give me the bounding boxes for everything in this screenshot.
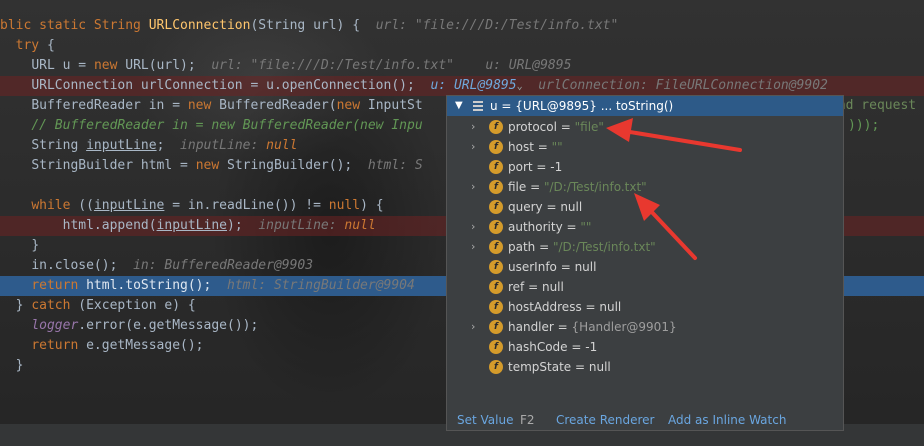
field-text: host = "" <box>508 137 563 157</box>
field-value: "file" <box>574 120 604 134</box>
field-icon: f <box>489 260 503 274</box>
field-name: authority <box>508 220 563 234</box>
field-text: authority = "" <box>508 217 591 237</box>
field-value: null <box>541 280 564 294</box>
field-value: "" <box>580 220 592 234</box>
field-name: hashCode <box>508 340 568 354</box>
chevron-right-icon[interactable]: › <box>471 237 475 257</box>
field-name: query <box>508 200 543 214</box>
code-line-try: try { <box>15 38 55 53</box>
field-text: port = -1 <box>508 157 562 177</box>
field-equals: = <box>524 280 542 294</box>
set-value-link[interactable]: Set Value <box>457 410 513 430</box>
field-text: hashCode = -1 <box>508 337 597 357</box>
field-row-ref[interactable]: f ref = null <box>447 277 843 297</box>
field-icon: f <box>489 340 503 354</box>
add-inline-watch-link[interactable]: Add as Inline Watch <box>668 410 786 430</box>
field-icon: f <box>489 180 503 194</box>
popup-header-u[interactable]: ▼ u = {URL@9895} ... toString() <box>447 96 843 116</box>
field-icon: f <box>489 120 503 134</box>
field-row-hostaddress[interactable]: f hostAddress = null <box>447 297 843 317</box>
field-text: protocol = "file" <box>508 117 604 137</box>
field-text: ref = null <box>508 277 564 297</box>
chevron-down-icon[interactable]: ▼ <box>455 96 463 116</box>
field-row-protocol[interactable]: › f protocol = "file" <box>447 117 843 137</box>
field-text: query = null <box>508 197 582 217</box>
create-renderer-link[interactable]: Create Renderer <box>556 410 654 430</box>
field-icon: f <box>489 160 503 174</box>
field-equals: = <box>556 260 575 274</box>
field-value: -1 <box>550 160 563 174</box>
field-name: hostAddress <box>508 300 582 314</box>
field-icon: f <box>489 240 503 254</box>
field-value: null <box>574 260 597 274</box>
field-icon: f <box>489 220 503 234</box>
field-value: "" <box>551 140 563 154</box>
chevron-right-icon[interactable]: › <box>471 137 475 157</box>
field-text: tempState = null <box>508 357 611 377</box>
field-equals: = <box>581 300 600 314</box>
field-value: null <box>588 360 611 374</box>
popup-header-title: u = {URL@9895} ... toString() <box>490 99 674 113</box>
field-name: path <box>508 240 536 254</box>
field-value: -1 <box>585 340 598 354</box>
field-value: "/D:/Test/info.txt" <box>552 240 656 254</box>
field-equals: = <box>556 120 575 134</box>
field-row-query[interactable]: f query = null <box>447 197 843 217</box>
field-name: ref <box>508 280 525 294</box>
field-icon: f <box>489 280 503 294</box>
field-text: file = "/D:/Test/info.txt" <box>508 177 647 197</box>
field-equals: = <box>526 180 544 194</box>
field-icon: f <box>489 200 503 214</box>
field-row-host[interactable]: › f host = "" <box>447 137 843 157</box>
field-name: port <box>508 160 533 174</box>
chevron-right-icon[interactable]: › <box>471 217 475 237</box>
field-text: userInfo = null <box>508 257 596 277</box>
code-line-open-connection: URLConnection urlConnection = u.openConn… <box>0 76 924 96</box>
list-icon <box>473 101 483 111</box>
chevron-right-icon[interactable]: › <box>471 117 475 137</box>
field-icon: f <box>489 140 503 154</box>
field-value: null <box>599 300 622 314</box>
field-row-hashcode[interactable]: f hashCode = -1 <box>447 337 843 357</box>
field-equals: = <box>535 240 553 254</box>
field-row-port[interactable]: f port = -1 <box>447 157 843 177</box>
field-icon: f <box>489 300 503 314</box>
field-equals: = <box>542 200 561 214</box>
field-row-path[interactable]: › f path = "/D:/Test/info.txt" <box>447 237 843 257</box>
field-value: "/D:/Test/info.txt" <box>543 180 647 194</box>
debug-value-popup[interactable]: ▼ u = {URL@9895} ... toString() › f protoc… <box>446 95 844 431</box>
field-equals: = <box>532 160 551 174</box>
field-row-handler[interactable]: › f handler = {Handler@9901} <box>447 317 843 337</box>
code-line-method-signature: blic static String URLConnection(String … <box>0 18 619 33</box>
field-name: handler <box>508 320 554 334</box>
chevron-right-icon[interactable]: › <box>471 177 475 197</box>
field-text: handler = {Handler@9901} <box>508 317 677 337</box>
field-equals: = <box>533 140 552 154</box>
field-equals: = <box>567 340 586 354</box>
field-icon: f <box>489 360 503 374</box>
field-name: file <box>508 180 527 194</box>
field-value: null <box>560 200 583 214</box>
field-equals: = <box>562 220 581 234</box>
field-text: path = "/D:/Test/info.txt" <box>508 237 656 257</box>
field-row-authority[interactable]: › f authority = "" <box>447 217 843 237</box>
set-value-shortcut: F2 <box>520 413 535 427</box>
field-row-file[interactable]: › f file = "/D:/Test/info.txt" <box>447 177 843 197</box>
field-name: protocol <box>508 120 557 134</box>
field-equals: = <box>553 320 572 334</box>
field-text: hostAddress = null <box>508 297 621 317</box>
field-name: userInfo <box>508 260 557 274</box>
field-name: tempState <box>508 360 572 374</box>
field-icon: f <box>489 320 503 334</box>
code-line-url: URL u = new URL(url); url: "file:///D:/T… <box>31 58 572 73</box>
popup-footer: Set Value F2 Create Renderer Add as Inli… <box>447 410 843 430</box>
field-name: host <box>508 140 534 154</box>
chevron-right-icon[interactable]: › <box>471 317 475 337</box>
field-equals: = <box>571 360 589 374</box>
field-row-userinfo[interactable]: f userInfo = null <box>447 257 843 277</box>
field-row-tempstate[interactable]: f tempState = null <box>447 357 843 377</box>
field-value: {Handler@9901} <box>571 320 677 334</box>
